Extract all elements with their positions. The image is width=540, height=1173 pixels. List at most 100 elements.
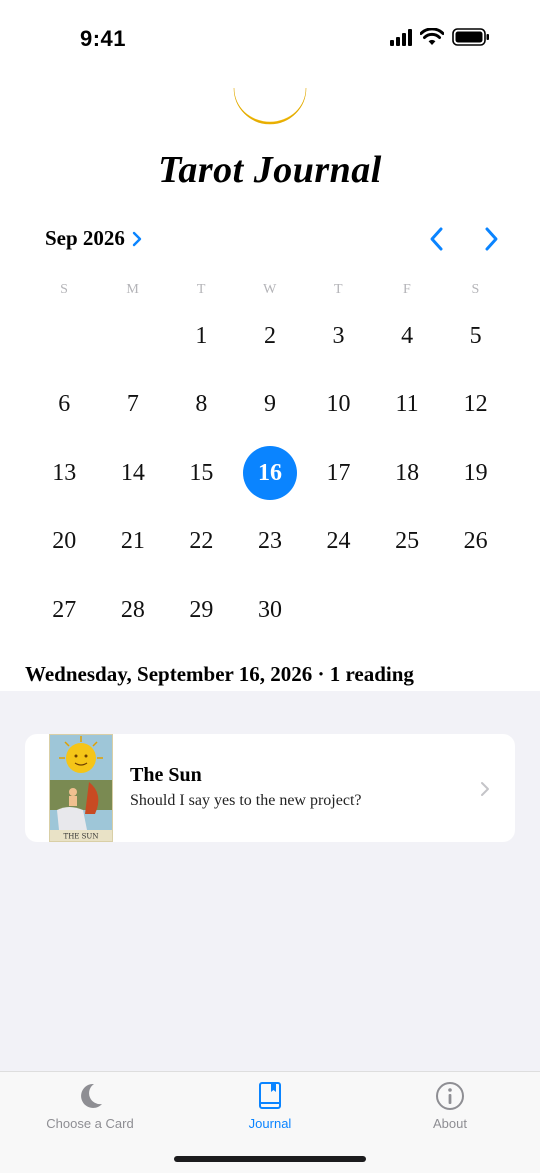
calendar-day[interactable]: 1 — [167, 302, 236, 371]
calendar-day-number: 22 — [189, 528, 214, 555]
calendar-day-number: 15 — [189, 459, 214, 486]
calendar-day[interactable]: 5 — [441, 302, 510, 371]
calendar-day[interactable]: 14 — [99, 439, 168, 508]
calendar-day[interactable]: 30 — [236, 576, 305, 645]
calendar-day[interactable]: 29 — [167, 576, 236, 645]
weekday-label: S — [60, 282, 69, 297]
thumb-caption: THE SUN — [64, 833, 99, 841]
calendar-day[interactable]: 6 — [30, 371, 99, 440]
tab-label: Journal — [248, 1116, 292, 1131]
calendar-day[interactable]: 21 — [99, 508, 168, 577]
calendar-day-number: 28 — [120, 596, 145, 623]
chevron-right-icon — [481, 782, 489, 796]
month-bar: Sep 2026 — [0, 222, 540, 258]
calendar-day-number: 10 — [326, 391, 351, 418]
calendar-day[interactable]: 7 — [99, 371, 168, 440]
chevron-right-icon — [132, 231, 142, 246]
calendar-day-number: 9 — [263, 391, 276, 418]
calendar-day-number: 3 — [332, 322, 345, 349]
calendar-day-number: 16 — [242, 446, 297, 501]
status-time: 9:41 — [80, 26, 127, 51]
calendar-day-number: 19 — [463, 459, 488, 486]
calendar-day-number: 30 — [257, 596, 282, 623]
weekday-label: F — [402, 282, 412, 297]
moon-icon — [81, 1083, 102, 1108]
calendar-day-number: 6 — [58, 391, 71, 418]
previous-month-button[interactable] — [424, 224, 450, 254]
battery-icon — [452, 28, 489, 46]
tab-choose-a-card[interactable]: Choose a Card — [10, 1080, 170, 1131]
info-icon — [436, 1082, 464, 1110]
calendar-day[interactable]: 18 — [373, 439, 442, 508]
status-bar: 9:41 — [0, 0, 540, 80]
calendar-day[interactable]: 27 — [30, 576, 99, 645]
weekday-label: M — [126, 282, 140, 297]
calendar-day-number: 29 — [189, 596, 214, 623]
calendar-day[interactable]: 9 — [236, 371, 305, 440]
crescent-moon-logo-icon — [233, 87, 307, 125]
calendar-day-number: 8 — [195, 391, 208, 418]
home-indicator — [174, 1156, 366, 1162]
calendar-day-number: 24 — [326, 528, 351, 555]
calendar-empty-cell — [30, 302, 99, 371]
calendar-day-number: 20 — [52, 528, 77, 555]
calendar-day[interactable]: 11 — [373, 371, 442, 440]
book-icon — [259, 1082, 281, 1109]
calendar-day-number: 4 — [401, 322, 414, 349]
wifi-icon — [420, 28, 444, 45]
calendar-day[interactable]: 17 — [304, 439, 373, 508]
tab-label: Choose a Card — [46, 1116, 134, 1131]
calendar-day-number: 2 — [263, 322, 276, 349]
readings-list: THE SUN The Sun Should I say yes to the … — [0, 691, 540, 1071]
calendar-day[interactable]: 28 — [99, 576, 168, 645]
tab-about[interactable]: About — [370, 1080, 530, 1131]
calendar-day[interactable]: 19 — [441, 439, 510, 508]
selected-date-heading: Wednesday, September 16, 2026 · 1 readin… — [25, 662, 414, 686]
calendar-day-selected[interactable]: 16 — [236, 439, 305, 508]
calendar-day[interactable]: 24 — [304, 508, 373, 577]
calendar-day-number: 5 — [469, 322, 482, 349]
app-header: Tarot Journal — [0, 84, 540, 194]
calendar-day-number: 21 — [120, 528, 145, 555]
calendar-day[interactable]: 22 — [167, 508, 236, 577]
reading-list-item[interactable]: THE SUN The Sun Should I say yes to the … — [25, 734, 515, 842]
calendar-day[interactable]: 10 — [304, 371, 373, 440]
status-icons — [390, 28, 490, 46]
calendar-day[interactable]: 3 — [304, 302, 373, 371]
weekday-label: W — [263, 282, 277, 297]
tab-label: About — [433, 1116, 467, 1131]
calendar-day-number: 11 — [395, 391, 419, 418]
calendar-day-number: 18 — [395, 459, 420, 486]
calendar-day[interactable]: 12 — [441, 371, 510, 440]
calendar-day-number: 1 — [195, 322, 208, 349]
calendar-day[interactable]: 15 — [167, 439, 236, 508]
calendar-empty-cell — [99, 302, 168, 371]
calendar-day-number: 14 — [120, 459, 145, 486]
calendar-day-number: 12 — [463, 391, 488, 418]
sun-tarot-card-thumbnail: THE SUN — [49, 734, 113, 842]
calendar-day[interactable]: 26 — [441, 508, 510, 577]
app-title: Tarot Journal — [158, 149, 382, 191]
calendar-day[interactable]: 8 — [167, 371, 236, 440]
calendar-day-number: 25 — [395, 528, 420, 555]
calendar-day[interactable]: 2 — [236, 302, 305, 371]
month-picker-button[interactable]: Sep 2026 — [45, 226, 143, 251]
reading-card-name: The Sun — [130, 764, 202, 786]
cellular-signal-icon — [390, 28, 412, 46]
reading-question: Should I say yes to the new project? — [130, 792, 362, 809]
calendar-day[interactable]: 20 — [30, 508, 99, 577]
calendar-day[interactable]: 4 — [373, 302, 442, 371]
tab-journal[interactable]: Journal — [190, 1080, 350, 1131]
calendar-day[interactable]: 13 — [30, 439, 99, 508]
weekday-label: T — [196, 282, 206, 297]
weekday-label: T — [334, 282, 344, 297]
calendar-day-number: 23 — [257, 528, 282, 555]
calendar-grid: 1 2 3 4 5 6 7 8 9 10 11 12 13 14 15 16 17 18 19 20 21 22 23 24 2… — [30, 302, 510, 645]
calendar-day-number: 13 — [52, 459, 77, 486]
next-month-button[interactable] — [478, 224, 504, 254]
weekday-label: S — [471, 282, 480, 297]
calendar-day[interactable]: 25 — [373, 508, 442, 577]
calendar-day[interactable]: 23 — [236, 508, 305, 577]
calendar-day-number: 7 — [126, 391, 139, 418]
month-label: Sep 2026 — [45, 226, 125, 250]
